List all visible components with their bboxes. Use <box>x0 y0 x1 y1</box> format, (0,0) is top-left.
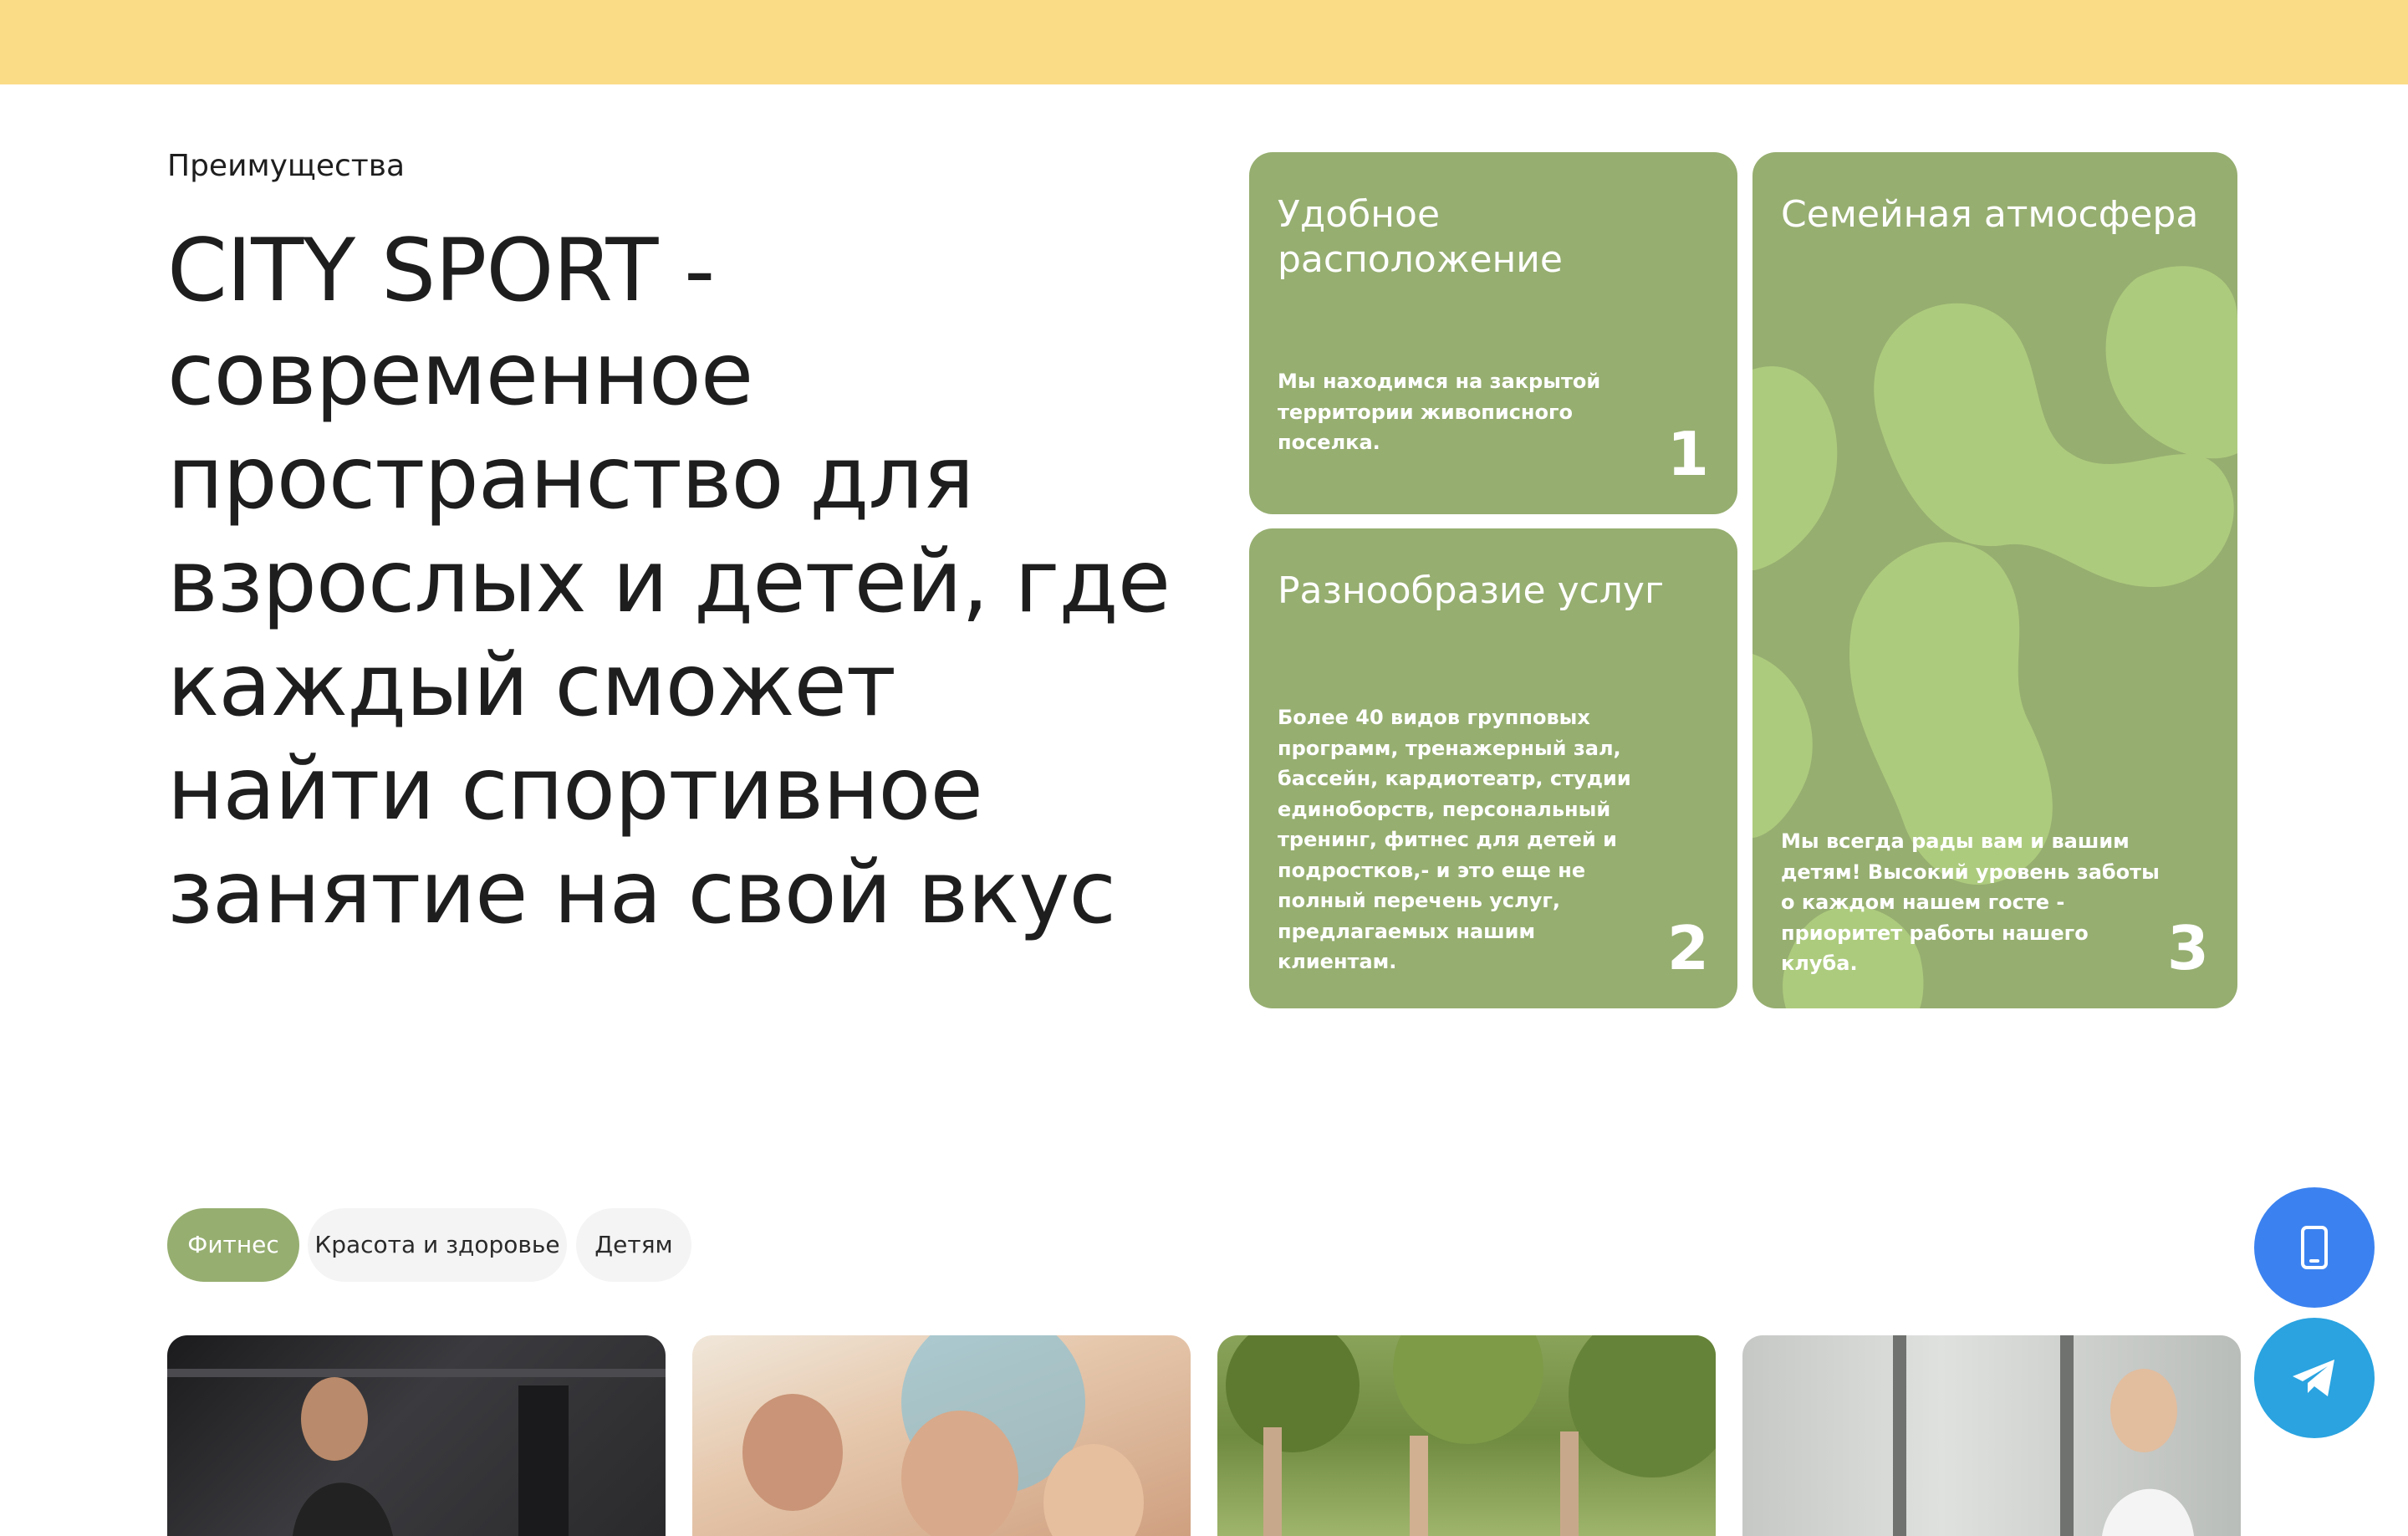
tab-kids[interactable]: Детям <box>576 1208 691 1282</box>
card-number: 1 <box>1666 419 1709 489</box>
card-title: Разнообразие услуг <box>1278 569 1665 612</box>
page-headline: CITY SPORT - современное пространство дл… <box>167 221 1171 943</box>
telegram-button[interactable] <box>2254 1318 2375 1438</box>
advantage-card-services: Разнообразие услуг Более 40 видов группо… <box>1249 528 1737 1008</box>
program-card-image[interactable] <box>167 1335 666 1536</box>
tab-beauty-health[interactable]: Красота и здоровье <box>308 1208 567 1282</box>
phone-button[interactable] <box>2254 1187 2375 1308</box>
section-label: Преимущества <box>167 149 406 183</box>
telegram-icon <box>2293 1360 2334 1396</box>
card-text: Мы находимся на закрытой территории живо… <box>1278 370 1601 454</box>
outdoor-yoga-image <box>1226 1335 1716 1536</box>
card-number: 2 <box>1666 913 1709 983</box>
card-number: 3 <box>2166 913 2209 983</box>
card-text: Мы всегда рады вам и вашим детям! Высоки… <box>1781 829 2160 975</box>
group-stretching-image <box>742 1335 1144 1536</box>
program-card-image[interactable] <box>1217 1335 1716 1536</box>
advantage-card-location: Удобное расположение Мы находимся на зак… <box>1249 152 1737 514</box>
phone-icon <box>2301 1226 2328 1269</box>
advantage-card-family: Семейная атмосфера Мы всегда рады вам и … <box>1752 152 2237 1008</box>
card-title: Удобное расположение <box>1278 193 1563 281</box>
top-banner <box>0 0 2408 84</box>
card-text: Более 40 видов групповых программ, трена… <box>1278 706 1631 973</box>
studio-woman-image <box>1893 1335 2194 1536</box>
card-title: Семейная атмосфера <box>1781 193 2199 236</box>
program-card-image[interactable] <box>1742 1335 2241 1536</box>
gym-woman-image <box>167 1369 666 1536</box>
tab-fitness[interactable]: Фитнес <box>167 1208 299 1282</box>
program-card-image[interactable] <box>692 1335 1191 1536</box>
